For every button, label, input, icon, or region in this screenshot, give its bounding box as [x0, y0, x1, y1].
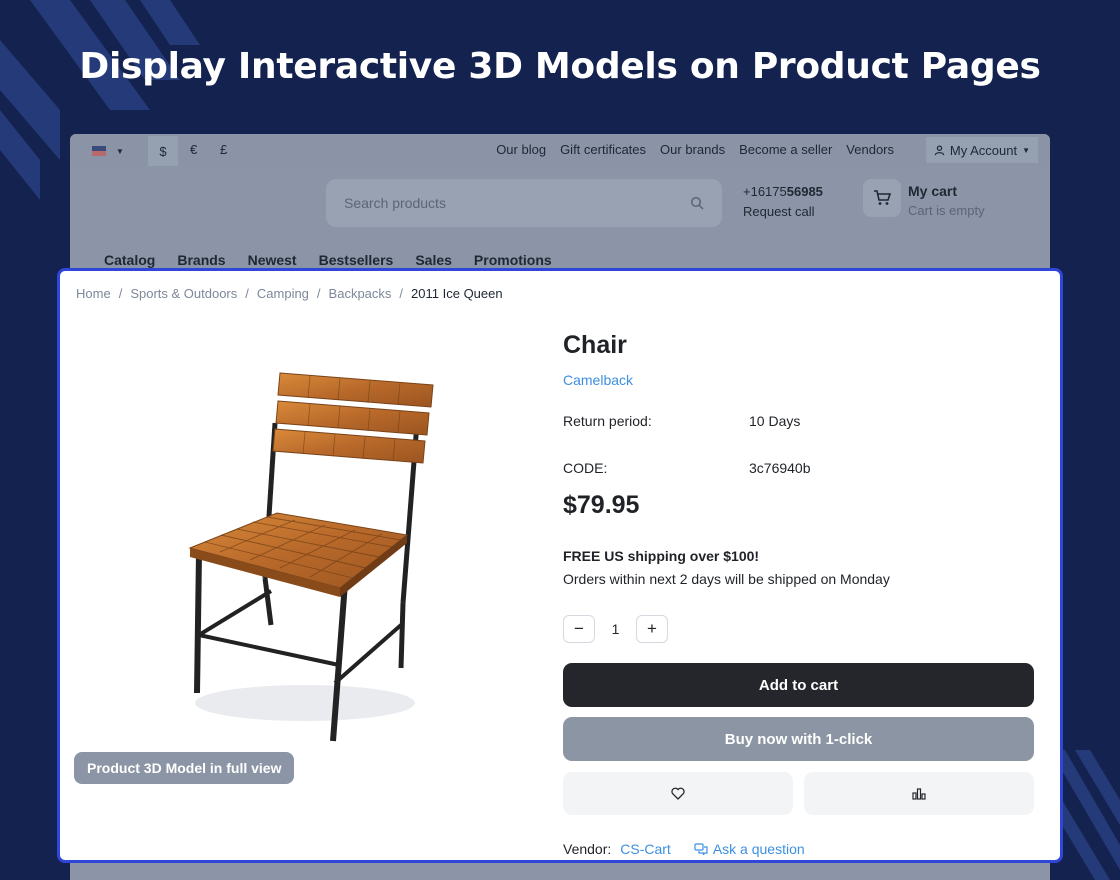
breadcrumb-home[interactable]: Home	[76, 286, 111, 301]
product-code-value: 3c76940b	[749, 460, 811, 476]
chat-icon	[694, 843, 708, 855]
cart-summary[interactable]: My cart Cart is empty	[908, 181, 985, 221]
increase-quantity-button[interactable]: +	[636, 615, 668, 643]
breadcrumb-separator: /	[245, 286, 249, 301]
cart-title: My cart	[908, 183, 958, 199]
nav-bestsellers[interactable]: Bestsellers	[319, 252, 394, 268]
language-selector[interactable]: ▼	[92, 143, 150, 159]
chevron-down-icon: ▼	[116, 146, 124, 156]
nav-catalog[interactable]: Catalog	[104, 252, 155, 268]
top-links: Our blog Gift certificates Our brands Be…	[496, 142, 894, 157]
nav-brands[interactable]: Brands	[177, 252, 225, 268]
nav-sales[interactable]: Sales	[415, 252, 452, 268]
link-vendors[interactable]: Vendors	[846, 142, 894, 157]
currency-gbp[interactable]: £	[220, 142, 227, 157]
return-period-value: 10 Days	[749, 413, 801, 429]
return-period-label: Return period:	[563, 413, 652, 429]
ask-question-link[interactable]: Ask a question	[694, 841, 805, 857]
minus-icon: −	[574, 619, 584, 638]
nav-newest[interactable]: Newest	[248, 252, 297, 268]
search-input[interactable]: Search products	[326, 179, 722, 227]
product-3d-model-viewer[interactable]	[185, 363, 435, 743]
us-flag-icon	[92, 146, 106, 156]
phone-number[interactable]: +1617556985	[743, 182, 823, 202]
account-label: My Account	[949, 142, 1018, 158]
plus-icon: +	[647, 619, 657, 638]
main-nav: Catalog Brands Newest Bestsellers Sales …	[104, 252, 552, 268]
top-bar: ▼ $ € £ Our blog Gift certificates Our b…	[70, 134, 1050, 166]
search-icon[interactable]	[690, 196, 704, 210]
link-blog[interactable]: Our blog	[496, 142, 546, 157]
link-become-seller[interactable]: Become a seller	[739, 142, 832, 157]
product-code-label: CODE:	[563, 460, 608, 476]
breadcrumb: Home / Sports & Outdoors / Camping / Backpa…	[76, 286, 503, 301]
breadcrumb-sports[interactable]: Sports & Outdoors	[130, 286, 237, 301]
cart-status: Cart is empty	[908, 203, 985, 218]
heart-icon	[671, 787, 685, 800]
request-call-link[interactable]: Request call	[743, 202, 823, 222]
add-to-wishlist-button[interactable]	[563, 772, 793, 815]
link-gift-certificates[interactable]: Gift certificates	[560, 142, 646, 157]
shipping-promo: FREE US shipping over $100!	[563, 548, 760, 564]
ask-question-label: Ask a question	[712, 841, 805, 857]
phone-block: +1617556985 Request call	[743, 182, 823, 222]
currency-eur[interactable]: €	[190, 142, 197, 157]
breadcrumb-camping[interactable]: Camping	[257, 286, 309, 301]
buy-now-button[interactable]: Buy now with 1-click	[563, 717, 1034, 761]
view-3d-button[interactable]: Product 3D Model in full view	[74, 752, 295, 784]
cart-icon	[874, 190, 891, 205]
link-brands[interactable]: Our brands	[660, 142, 725, 157]
vendor-link[interactable]: CS-Cart	[620, 841, 671, 857]
product-panel: Home / Sports & Outdoors / Camping / Backpa…	[57, 268, 1063, 863]
chevron-down-icon: ▼	[1022, 145, 1030, 155]
add-to-compare-button[interactable]	[804, 772, 1034, 815]
quantity-value[interactable]: 1	[595, 621, 636, 637]
nav-promotions[interactable]: Promotions	[474, 252, 552, 268]
breadcrumb-separator: /	[399, 286, 404, 301]
product-title: Chair	[563, 331, 627, 359]
cart-button[interactable]	[863, 179, 901, 217]
user-icon	[934, 145, 945, 155]
breadcrumb-backpacks[interactable]: Backpacks	[329, 286, 392, 301]
breadcrumb-current: 2011 Ice Queen	[411, 286, 503, 301]
vendor-label: Vendor:	[563, 841, 612, 857]
product-brand-link[interactable]: Camelback	[563, 372, 633, 388]
add-to-cart-button[interactable]: Add to cart	[563, 663, 1034, 707]
vendor-row: Vendor: CS-Cart Ask a question	[563, 841, 805, 857]
currency-usd[interactable]: $	[148, 136, 178, 166]
headline: Display Interactive 3D Models on Product…	[79, 46, 1041, 87]
shipping-note: Orders within next 2 days will be shippe…	[563, 571, 890, 587]
search-placeholder: Search products	[344, 195, 446, 211]
breadcrumb-separator: /	[118, 286, 123, 301]
quantity-stepper: − 1 +	[563, 615, 668, 643]
product-price: $79.95	[563, 491, 640, 519]
decrease-quantity-button[interactable]: −	[563, 615, 595, 643]
breadcrumb-separator: /	[316, 286, 321, 301]
compare-icon	[912, 787, 926, 800]
account-menu[interactable]: My Account ▼	[925, 137, 1038, 163]
